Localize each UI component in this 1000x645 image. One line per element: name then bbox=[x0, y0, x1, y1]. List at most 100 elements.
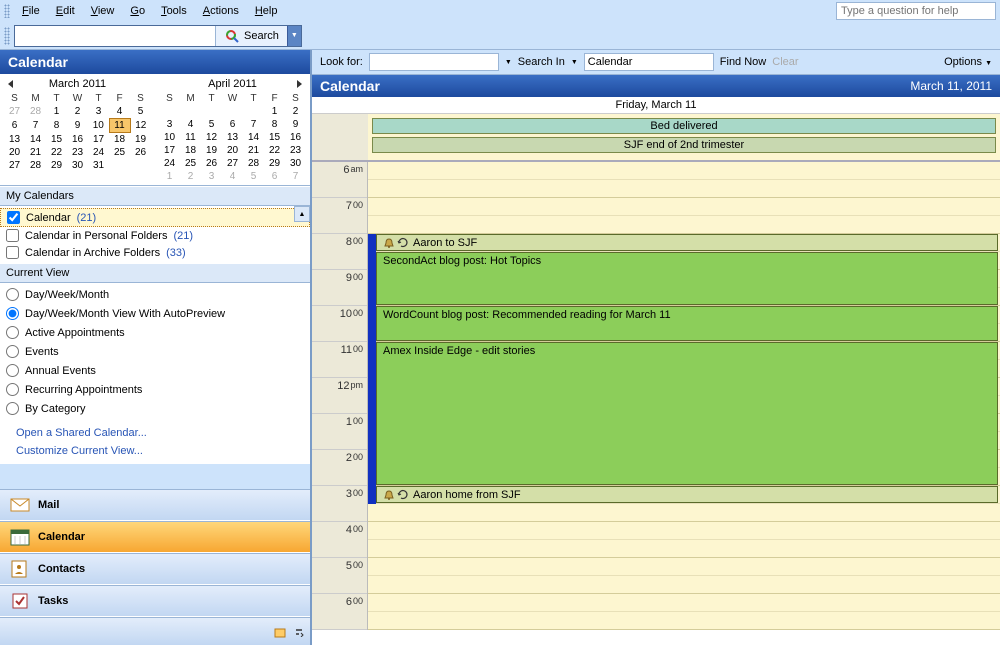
menu-view[interactable]: View bbox=[83, 3, 123, 19]
calendar-day[interactable]: 15 bbox=[46, 133, 67, 147]
configure-buttons[interactable] bbox=[294, 627, 304, 637]
calendar-day[interactable]: 11 bbox=[109, 119, 130, 133]
calendar-day[interactable]: 5 bbox=[130, 105, 151, 119]
menu-file[interactable]: File bbox=[14, 3, 48, 19]
calendar-day[interactable]: 22 bbox=[46, 146, 67, 159]
calendar-day[interactable]: 18 bbox=[180, 144, 201, 157]
calendar-day[interactable]: 27 bbox=[4, 105, 25, 119]
view-radio[interactable] bbox=[6, 383, 19, 396]
lookfor-input[interactable] bbox=[369, 53, 499, 71]
calendar-day[interactable]: 21 bbox=[243, 144, 264, 157]
calendar-day[interactable] bbox=[222, 105, 243, 118]
calendar-checkbox-row[interactable]: Calendar in Personal Folders (21) bbox=[0, 227, 310, 244]
calendar-checkbox-row[interactable]: Calendar (21) bbox=[0, 208, 310, 227]
calendar-day[interactable]: 27 bbox=[222, 157, 243, 170]
view-radio-row[interactable]: Day/Week/Month View With AutoPreview bbox=[0, 304, 310, 323]
view-radio-row[interactable]: Annual Events bbox=[0, 361, 310, 380]
view-radio[interactable] bbox=[6, 364, 19, 377]
calendar-day[interactable]: 7 bbox=[243, 118, 264, 131]
calendar-day[interactable] bbox=[130, 159, 151, 172]
calendar-day[interactable]: 30 bbox=[285, 157, 306, 170]
calendar-day[interactable]: 6 bbox=[222, 118, 243, 131]
calendar-day[interactable]: 24 bbox=[88, 146, 109, 159]
nav-tasks[interactable]: Tasks bbox=[0, 585, 310, 617]
calendar-day[interactable]: 4 bbox=[222, 170, 243, 183]
calendar-day[interactable]: 23 bbox=[67, 146, 88, 159]
calendar-day[interactable]: 19 bbox=[201, 144, 222, 157]
clear-button[interactable]: Clear bbox=[772, 56, 798, 68]
calendar-day[interactable]: 1 bbox=[46, 105, 67, 119]
allday-event[interactable]: Bed delivered bbox=[372, 118, 996, 134]
sidebar-link[interactable]: Customize Current View... bbox=[0, 442, 310, 460]
appointment[interactable]: WordCount blog post: Recommended reading… bbox=[376, 306, 998, 341]
appointment[interactable]: Aaron home from SJF bbox=[376, 486, 998, 503]
find-now-button[interactable]: Find Now bbox=[720, 56, 766, 68]
allday-event[interactable]: SJF end of 2nd trimester bbox=[372, 137, 996, 153]
calendar-day[interactable]: 18 bbox=[109, 133, 130, 147]
calendar-day[interactable]: 29 bbox=[264, 157, 285, 170]
calendar-checkbox[interactable] bbox=[6, 229, 19, 242]
search-button[interactable]: Search bbox=[215, 26, 287, 46]
calendar-checkbox[interactable] bbox=[7, 211, 20, 224]
menu-tools[interactable]: Tools bbox=[153, 3, 195, 19]
calendar-day[interactable]: 3 bbox=[159, 118, 180, 131]
menu-edit[interactable]: Edit bbox=[48, 3, 83, 19]
calendar-day[interactable]: 5 bbox=[201, 118, 222, 131]
calendar-day[interactable]: 8 bbox=[264, 118, 285, 131]
appointment[interactable]: Amex Inside Edge - edit stories bbox=[376, 342, 998, 485]
calendar-day[interactable]: 17 bbox=[159, 144, 180, 157]
calendar-day[interactable]: 3 bbox=[88, 105, 109, 119]
calendar-day[interactable] bbox=[201, 105, 222, 118]
calendar-day[interactable]: 20 bbox=[4, 146, 25, 159]
calendar-day[interactable]: 8 bbox=[46, 119, 67, 133]
view-radio-row[interactable]: Recurring Appointments bbox=[0, 380, 310, 399]
appointment[interactable]: Aaron to SJF bbox=[376, 234, 998, 251]
search-input[interactable] bbox=[15, 26, 215, 46]
shortcut-icon[interactable] bbox=[274, 625, 288, 639]
calendar-day[interactable]: 4 bbox=[180, 118, 201, 131]
calendar-day[interactable]: 12 bbox=[130, 119, 151, 133]
calendar-day[interactable] bbox=[109, 159, 130, 172]
calendar-day[interactable] bbox=[159, 105, 180, 118]
view-radio[interactable] bbox=[6, 307, 19, 320]
calendar-day[interactable]: 10 bbox=[159, 131, 180, 144]
calendar-day[interactable]: 25 bbox=[109, 146, 130, 159]
current-view-header[interactable]: Current View bbox=[0, 263, 310, 283]
calendar-day[interactable]: 22 bbox=[264, 144, 285, 157]
event-area[interactable]: Aaron to SJFSecondAct blog post: Hot Top… bbox=[368, 162, 1000, 630]
calendar-day[interactable]: 17 bbox=[88, 133, 109, 147]
help-search-input[interactable] bbox=[836, 2, 996, 20]
calendar-day[interactable]: 11 bbox=[180, 131, 201, 144]
calendar-day[interactable]: 30 bbox=[67, 159, 88, 172]
calendar-checkbox-row[interactable]: Calendar in Archive Folders (33) bbox=[0, 244, 310, 261]
calendar-day[interactable]: 29 bbox=[46, 159, 67, 172]
menu-actions[interactable]: Actions bbox=[195, 3, 247, 19]
calendar-day[interactable]: 15 bbox=[264, 131, 285, 144]
view-radio-row[interactable]: Day/Week/Month bbox=[0, 285, 310, 304]
calendar-day[interactable]: 16 bbox=[67, 133, 88, 147]
menu-help[interactable]: Help bbox=[247, 3, 286, 19]
menu-go[interactable]: Go bbox=[122, 3, 153, 19]
view-radio-row[interactable]: Active Appointments bbox=[0, 323, 310, 342]
calendar-day[interactable]: 9 bbox=[285, 118, 306, 131]
toolbar-grip[interactable] bbox=[4, 27, 10, 45]
calendar-day[interactable]: 2 bbox=[285, 105, 306, 118]
calendar-day[interactable]: 19 bbox=[130, 133, 151, 147]
calendar-day[interactable]: 31 bbox=[88, 159, 109, 172]
calendar-day[interactable]: 13 bbox=[222, 131, 243, 144]
calendar-day[interactable]: 26 bbox=[130, 146, 151, 159]
calendar-day[interactable]: 10 bbox=[88, 119, 109, 133]
calendar-day[interactable] bbox=[243, 105, 264, 118]
sidebar-link[interactable]: Open a Shared Calendar... bbox=[0, 424, 310, 442]
view-radio[interactable] bbox=[6, 326, 19, 339]
nav-contacts[interactable]: Contacts bbox=[0, 553, 310, 585]
calendar-checkbox[interactable] bbox=[6, 246, 19, 259]
calendar-day[interactable]: 6 bbox=[264, 170, 285, 183]
prev-month-button[interactable] bbox=[8, 80, 13, 88]
calendar-day[interactable]: 28 bbox=[25, 159, 46, 172]
scroll-up-button[interactable]: ▲ bbox=[294, 206, 310, 222]
calendar-day[interactable]: 28 bbox=[243, 157, 264, 170]
nav-mail[interactable]: Mail bbox=[0, 489, 310, 521]
calendar-day[interactable]: 16 bbox=[285, 131, 306, 144]
calendar-day[interactable]: 2 bbox=[180, 170, 201, 183]
